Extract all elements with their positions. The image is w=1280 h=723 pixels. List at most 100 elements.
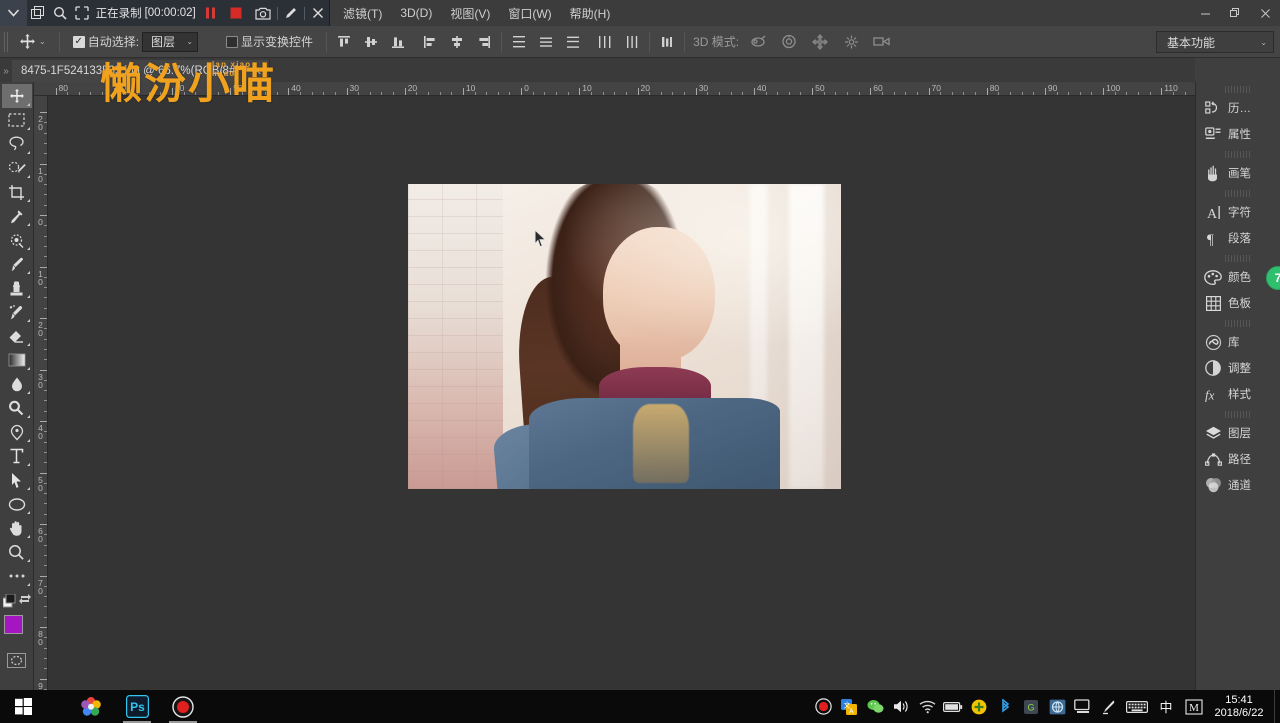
document-tab[interactable]: 8475-1F524133535.jpg @ 66.7%(RGB/8#) * ✕ xyxy=(12,58,271,82)
spot-healing-brush-tool[interactable] xyxy=(2,228,32,252)
taskbar-photos-app[interactable] xyxy=(68,690,114,723)
options-bar-grip[interactable] xyxy=(4,31,10,52)
align-left-edges-button[interactable] xyxy=(421,33,439,51)
menu-3d[interactable]: 3D(D) xyxy=(391,0,441,26)
recorder-dropdown-icon[interactable] xyxy=(0,0,27,26)
ellipse-tool[interactable] xyxy=(2,492,32,516)
pen-tool[interactable] xyxy=(2,420,32,444)
close-button[interactable] xyxy=(1250,0,1280,26)
auto-select-target-dropdown[interactable]: 图层 ⌄ xyxy=(142,31,199,52)
tray-keyboard-icon[interactable] xyxy=(1122,690,1152,723)
move-tool[interactable] xyxy=(1,84,32,108)
panel-color[interactable]: 颜色 7 xyxy=(1196,264,1280,290)
distribute-right-button[interactable] xyxy=(623,33,641,51)
tab-bar-expand-icon[interactable]: » xyxy=(0,66,12,82)
quick-mask-toggle[interactable] xyxy=(6,651,28,669)
3d-pan-icon[interactable] xyxy=(811,33,829,51)
horizontal-type-tool[interactable] xyxy=(2,444,32,468)
notification-badge[interactable]: 7 xyxy=(1266,266,1280,290)
distribute-bottom-button[interactable] xyxy=(564,33,582,51)
recorder-pause-button[interactable] xyxy=(200,0,222,26)
panel-adjustments[interactable]: 调整 xyxy=(1196,355,1280,381)
workspace-switcher[interactable]: 基本功能 ⌄ xyxy=(1156,31,1274,53)
align-vertical-centers-button[interactable] xyxy=(362,33,380,51)
align-top-edges-button[interactable] xyxy=(335,33,353,51)
recorder-close-button[interactable] xyxy=(307,0,329,26)
show-transform-checkbox[interactable] xyxy=(226,35,239,48)
brush-tool[interactable] xyxy=(2,252,32,276)
document-tab-close-icon[interactable]: ✕ xyxy=(253,65,262,78)
document-image[interactable] xyxy=(408,184,841,489)
tray-recorder-icon[interactable] xyxy=(810,690,836,723)
recorder-crop-icon[interactable] xyxy=(71,0,93,26)
taskbar-recorder-app[interactable] xyxy=(160,690,206,723)
history-brush-tool[interactable] xyxy=(2,300,32,324)
tool-preset-caret-icon[interactable]: ⌄ xyxy=(39,37,46,46)
blur-tool[interactable] xyxy=(2,372,32,396)
menu-view[interactable]: 视图(V) xyxy=(441,0,499,26)
gradient-tool[interactable] xyxy=(2,348,32,372)
panel-properties[interactable]: 属性 xyxy=(1196,121,1280,147)
panel-layers[interactable]: 图层 xyxy=(1196,420,1280,446)
panel-brush[interactable]: 画笔 xyxy=(1196,160,1280,186)
zoom-tool[interactable] xyxy=(2,540,32,564)
dock-group-grip[interactable] xyxy=(1225,411,1251,418)
recorder-search-icon[interactable] xyxy=(49,0,71,26)
tray-volume-icon[interactable] xyxy=(888,690,914,723)
clone-stamp-tool[interactable] xyxy=(2,276,32,300)
crop-tool[interactable] xyxy=(2,180,32,204)
dodge-tool[interactable] xyxy=(2,396,32,420)
3d-slide-icon[interactable] xyxy=(842,33,860,51)
path-selection-tool[interactable] xyxy=(2,468,32,492)
recorder-region-icon[interactable] xyxy=(27,0,49,26)
windows-start-icon[interactable] xyxy=(0,690,46,723)
minimize-button[interactable] xyxy=(1190,0,1220,26)
dock-group-grip[interactable] xyxy=(1225,86,1251,93)
restore-button[interactable] xyxy=(1220,0,1250,26)
distribute-left-button[interactable] xyxy=(596,33,614,51)
dock-group-grip[interactable] xyxy=(1225,190,1251,197)
horizontal-ruler[interactable]: 80 70 60 50 40 30 20 10 0 10 20 30 40 50 60 70 80 90 100 11… xyxy=(34,82,1195,96)
tray-driver-icon[interactable]: G xyxy=(1018,690,1044,723)
menu-help[interactable]: 帮助(H) xyxy=(561,0,620,26)
3d-scale-icon[interactable] xyxy=(873,33,891,51)
eyedropper-tool[interactable] xyxy=(2,204,32,228)
tray-wifi-icon[interactable] xyxy=(914,690,940,723)
align-right-edges-button[interactable] xyxy=(475,33,493,51)
auto-select-checkbox[interactable] xyxy=(72,35,85,48)
tray-pen-tablet-icon[interactable] xyxy=(1096,690,1122,723)
dock-group-grip[interactable] xyxy=(1225,151,1251,158)
tray-network-icon[interactable] xyxy=(1044,690,1070,723)
swap-colors-icon[interactable] xyxy=(18,593,31,605)
quick-selection-tool[interactable] xyxy=(2,156,32,180)
tray-wechat-icon[interactable] xyxy=(862,690,888,723)
show-desktop-button[interactable] xyxy=(1274,690,1280,723)
3d-roll-icon[interactable] xyxy=(780,33,798,51)
tray-ime-mode[interactable]: 中 xyxy=(1152,690,1180,723)
distribute-vertical-center-button[interactable] xyxy=(537,33,555,51)
panel-paragraph[interactable]: ¶ 段落 xyxy=(1196,225,1280,251)
dock-group-grip[interactable] xyxy=(1225,255,1251,262)
taskbar-clock[interactable]: 15:41 2018/6/22 xyxy=(1208,694,1274,720)
menu-window[interactable]: 窗口(W) xyxy=(499,0,560,26)
panel-history[interactable]: 历… xyxy=(1196,95,1280,121)
tray-bluetooth-icon[interactable] xyxy=(992,690,1018,723)
recorder-pen-button[interactable] xyxy=(280,0,302,26)
align-bottom-edges-button[interactable] xyxy=(389,33,407,51)
rectangular-marquee-tool[interactable] xyxy=(2,108,32,132)
taskbar-photoshop-app[interactable]: Ps xyxy=(114,690,160,723)
recorder-camera-button[interactable] xyxy=(250,0,275,26)
move-tool-options-preset[interactable]: ⌄ xyxy=(14,33,51,50)
panel-styles[interactable]: fx 样式 xyxy=(1196,381,1280,407)
tray-monitor-icon[interactable] xyxy=(1070,690,1096,723)
vertical-ruler[interactable]: 20100102030405060708090100110 xyxy=(34,96,48,695)
dock-group-grip[interactable] xyxy=(1225,320,1251,327)
align-horizontal-centers-button[interactable] xyxy=(448,33,466,51)
eraser-tool[interactable] xyxy=(2,324,32,348)
align-options-button[interactable] xyxy=(658,33,676,51)
panel-paths[interactable]: 路径 xyxy=(1196,446,1280,472)
tray-translate-icon[interactable]: 文A xyxy=(836,690,862,723)
tray-battery-icon[interactable] xyxy=(940,690,966,723)
recorder-stop-button[interactable] xyxy=(222,0,251,26)
hand-tool[interactable] xyxy=(2,516,32,540)
